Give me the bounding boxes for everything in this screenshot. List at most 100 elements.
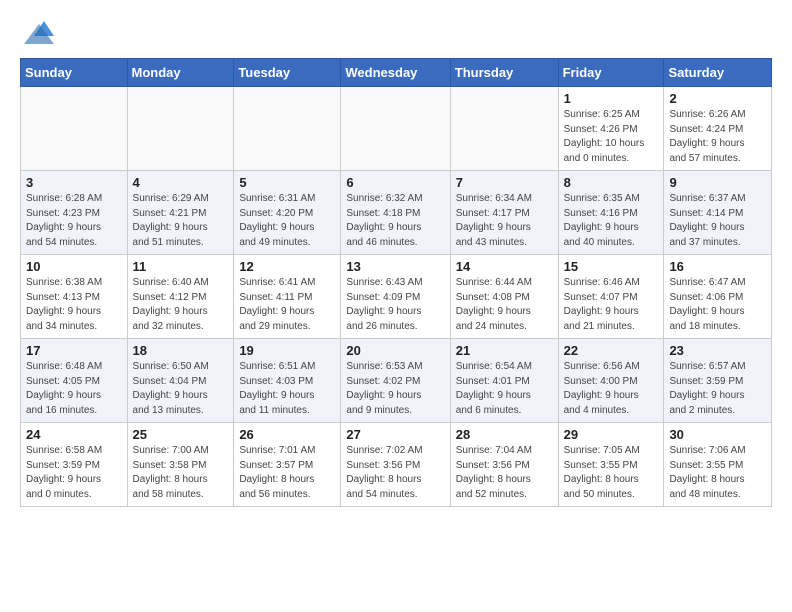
day-info: Sunrise: 6:25 AM Sunset: 4:26 PM Dayligh… — [564, 108, 659, 166]
calendar-cell: 10 Sunrise: 6:38 AM Sunset: 4:13 PM Dayli… — [21, 255, 128, 339]
day-info: Sunrise: 6:44 AM Sunset: 4:08 PM Dayligh… — [456, 276, 553, 334]
day-number: 13 — [346, 259, 444, 274]
calendar-cell: 7 Sunrise: 6:34 AM Sunset: 4:17 PM Daylig… — [450, 171, 558, 255]
day-number: 19 — [239, 343, 335, 358]
calendar-cell: 2 Sunrise: 6:26 AM Sunset: 4:24 PM Daylig… — [664, 87, 772, 171]
calendar-cell: 26 Sunrise: 7:01 AM Sunset: 3:57 PM Dayli… — [234, 423, 341, 507]
day-info: Sunrise: 6:41 AM Sunset: 4:11 PM Dayligh… — [239, 276, 335, 334]
day-number: 16 — [669, 259, 766, 274]
calendar-cell: 1 Sunrise: 6:25 AM Sunset: 4:26 PM Daylig… — [558, 87, 664, 171]
calendar-cell: 28 Sunrise: 7:04 AM Sunset: 3:56 PM Dayli… — [450, 423, 558, 507]
weekday-header-monday: Monday — [127, 59, 234, 87]
weekday-header-tuesday: Tuesday — [234, 59, 341, 87]
calendar-cell: 22 Sunrise: 6:56 AM Sunset: 4:00 PM Dayli… — [558, 339, 664, 423]
day-number: 22 — [564, 343, 659, 358]
weekday-header-thursday: Thursday — [450, 59, 558, 87]
calendar-cell: 12 Sunrise: 6:41 AM Sunset: 4:11 PM Dayli… — [234, 255, 341, 339]
day-info: Sunrise: 6:28 AM Sunset: 4:23 PM Dayligh… — [26, 192, 122, 250]
day-number: 27 — [346, 427, 444, 442]
logo-icon — [24, 16, 54, 46]
day-number: 7 — [456, 175, 553, 190]
calendar-table: SundayMondayTuesdayWednesdayThursdayFrid… — [20, 58, 772, 507]
calendar-cell: 29Sunrise: 7:05 AM Sunset: 3:55 PM Dayli… — [558, 423, 664, 507]
calendar-cell: 18Sunrise: 6:50 AM Sunset: 4:04 PM Dayli… — [127, 339, 234, 423]
day-info: Sunrise: 6:56 AM Sunset: 4:00 PM Dayligh… — [564, 360, 659, 418]
calendar-cell: 21 Sunrise: 6:54 AM Sunset: 4:01 PM Dayli… — [450, 339, 558, 423]
day-info: Sunrise: 6:32 AM Sunset: 4:18 PM Dayligh… — [346, 192, 444, 250]
day-number: 10 — [26, 259, 122, 274]
day-info: Sunrise: 6:53 AM Sunset: 4:02 PM Dayligh… — [346, 360, 444, 418]
calendar-cell — [450, 87, 558, 171]
calendar-week-3: 10 Sunrise: 6:38 AM Sunset: 4:13 PM Dayli… — [21, 255, 772, 339]
calendar-cell: 3 Sunrise: 6:28 AM Sunset: 4:23 PM Daylig… — [21, 171, 128, 255]
day-info: Sunrise: 6:58 AM Sunset: 3:59 PM Dayligh… — [26, 444, 122, 502]
day-info: Sunrise: 6:26 AM Sunset: 4:24 PM Dayligh… — [669, 108, 766, 166]
day-info: Sunrise: 6:47 AM Sunset: 4:06 PM Dayligh… — [669, 276, 766, 334]
day-info: Sunrise: 6:54 AM Sunset: 4:01 PM Dayligh… — [456, 360, 553, 418]
day-number: 8 — [564, 175, 659, 190]
calendar-cell: 24 Sunrise: 6:58 AM Sunset: 3:59 PM Dayli… — [21, 423, 128, 507]
calendar-week-2: 3 Sunrise: 6:28 AM Sunset: 4:23 PM Daylig… — [21, 171, 772, 255]
calendar-cell: 15 Sunrise: 6:46 AM Sunset: 4:07 PM Dayli… — [558, 255, 664, 339]
day-number: 11 — [133, 259, 229, 274]
calendar-cell: 13 Sunrise: 6:43 AM Sunset: 4:09 PM Dayli… — [341, 255, 450, 339]
day-number: 30 — [669, 427, 766, 442]
day-info: Sunrise: 6:31 AM Sunset: 4:20 PM Dayligh… — [239, 192, 335, 250]
day-number: 21 — [456, 343, 553, 358]
day-info: Sunrise: 6:57 AM Sunset: 3:59 PM Dayligh… — [669, 360, 766, 418]
page-header — [20, 16, 772, 46]
calendar-cell — [21, 87, 128, 171]
calendar-cell: 6 Sunrise: 6:32 AM Sunset: 4:18 PM Daylig… — [341, 171, 450, 255]
day-info: Sunrise: 7:00 AM Sunset: 3:58 PM Dayligh… — [133, 444, 229, 502]
day-number: 6 — [346, 175, 444, 190]
weekday-header-saturday: Saturday — [664, 59, 772, 87]
calendar-cell: 9 Sunrise: 6:37 AM Sunset: 4:14 PM Daylig… — [664, 171, 772, 255]
calendar-cell: 11Sunrise: 6:40 AM Sunset: 4:12 PM Dayli… — [127, 255, 234, 339]
calendar-cell: 17 Sunrise: 6:48 AM Sunset: 4:05 PM Dayli… — [21, 339, 128, 423]
calendar-cell: 8 Sunrise: 6:35 AM Sunset: 4:16 PM Daylig… — [558, 171, 664, 255]
day-info: Sunrise: 7:04 AM Sunset: 3:56 PM Dayligh… — [456, 444, 553, 502]
day-info: Sunrise: 6:38 AM Sunset: 4:13 PM Dayligh… — [26, 276, 122, 334]
day-number: 12 — [239, 259, 335, 274]
day-number: 15 — [564, 259, 659, 274]
day-info: Sunrise: 7:06 AM Sunset: 3:55 PM Dayligh… — [669, 444, 766, 502]
calendar-cell: 14 Sunrise: 6:44 AM Sunset: 4:08 PM Dayli… — [450, 255, 558, 339]
calendar-cell: 5 Sunrise: 6:31 AM Sunset: 4:20 PM Daylig… — [234, 171, 341, 255]
day-info: Sunrise: 6:35 AM Sunset: 4:16 PM Dayligh… — [564, 192, 659, 250]
day-number: 14 — [456, 259, 553, 274]
calendar-week-5: 24 Sunrise: 6:58 AM Sunset: 3:59 PM Dayli… — [21, 423, 772, 507]
day-info: Sunrise: 6:48 AM Sunset: 4:05 PM Dayligh… — [26, 360, 122, 418]
day-number: 17 — [26, 343, 122, 358]
day-number: 29 — [564, 427, 659, 442]
day-number: 9 — [669, 175, 766, 190]
day-number: 5 — [239, 175, 335, 190]
day-info: Sunrise: 6:43 AM Sunset: 4:09 PM Dayligh… — [346, 276, 444, 334]
calendar-cell: 30 Sunrise: 7:06 AM Sunset: 3:55 PM Dayli… — [664, 423, 772, 507]
calendar-cell: 23 Sunrise: 6:57 AM Sunset: 3:59 PM Dayli… — [664, 339, 772, 423]
calendar-cell — [234, 87, 341, 171]
day-info: Sunrise: 7:01 AM Sunset: 3:57 PM Dayligh… — [239, 444, 335, 502]
day-number: 1 — [564, 91, 659, 106]
calendar-week-4: 17 Sunrise: 6:48 AM Sunset: 4:05 PM Dayli… — [21, 339, 772, 423]
day-number: 28 — [456, 427, 553, 442]
calendar-cell — [127, 87, 234, 171]
day-number: 24 — [26, 427, 122, 442]
calendar-cell: 4Sunrise: 6:29 AM Sunset: 4:21 PM Daylig… — [127, 171, 234, 255]
calendar-header-row: SundayMondayTuesdayWednesdayThursdayFrid… — [21, 59, 772, 87]
day-info: Sunrise: 6:37 AM Sunset: 4:14 PM Dayligh… — [669, 192, 766, 250]
day-number: 23 — [669, 343, 766, 358]
weekday-header-friday: Friday — [558, 59, 664, 87]
calendar-week-1: 1 Sunrise: 6:25 AM Sunset: 4:26 PM Daylig… — [21, 87, 772, 171]
calendar-cell: 19Sunrise: 6:51 AM Sunset: 4:03 PM Dayli… — [234, 339, 341, 423]
day-info: Sunrise: 7:02 AM Sunset: 3:56 PM Dayligh… — [346, 444, 444, 502]
calendar-cell — [341, 87, 450, 171]
calendar-cell: 25Sunrise: 7:00 AM Sunset: 3:58 PM Dayli… — [127, 423, 234, 507]
day-info: Sunrise: 6:34 AM Sunset: 4:17 PM Dayligh… — [456, 192, 553, 250]
day-info: Sunrise: 6:50 AM Sunset: 4:04 PM Dayligh… — [133, 360, 229, 418]
day-info: Sunrise: 6:46 AM Sunset: 4:07 PM Dayligh… — [564, 276, 659, 334]
calendar-cell: 27 Sunrise: 7:02 AM Sunset: 3:56 PM Dayli… — [341, 423, 450, 507]
day-number: 26 — [239, 427, 335, 442]
calendar-cell: 20Sunrise: 6:53 AM Sunset: 4:02 PM Dayli… — [341, 339, 450, 423]
day-number: 2 — [669, 91, 766, 106]
day-number: 3 — [26, 175, 122, 190]
